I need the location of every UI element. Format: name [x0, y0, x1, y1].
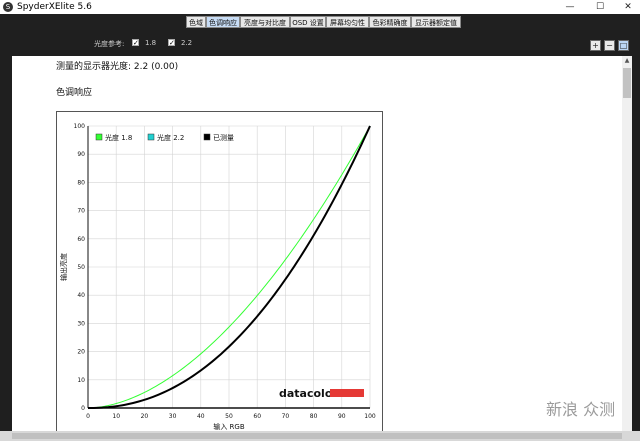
tab-screen-uniformity[interactable]: 屏幕均匀性 [326, 16, 369, 28]
y-tick-label: 90 [77, 151, 85, 158]
scroll-up-icon[interactable]: ▲ [622, 56, 632, 66]
legend-label-1: 光度 1.8 [105, 133, 132, 142]
legend-label-2: 光度 2.2 [157, 133, 184, 142]
horizontal-scrollbar[interactable] [0, 431, 640, 441]
x-tick-label: 60 [253, 413, 261, 420]
x-tick-label: 30 [169, 413, 177, 420]
vertical-scroll-thumb[interactable] [623, 68, 631, 98]
y-tick-label: 10 [77, 377, 85, 384]
title-bar: S SpyderXElite 5.6 — ☐ ✕ [0, 0, 640, 14]
x-tick-label: 90 [338, 413, 346, 420]
y-tick-label: 70 [77, 208, 85, 215]
x-tick-label: 10 [112, 413, 120, 420]
y-tick-label: 40 [77, 292, 85, 299]
y-tick-label: 100 [74, 123, 86, 130]
x-tick-label: 50 [225, 413, 233, 420]
tab-gamut[interactable]: 色域 [186, 16, 206, 28]
close-button[interactable]: ✕ [614, 0, 640, 14]
watermark: 新浪 众测 [546, 400, 616, 419]
y-tick-label: 50 [77, 264, 85, 271]
tone-response-chart: 0 0 10 10 20 20 30 30 40 40 50 50 60 60 70 70 80 80 90 90 10… [56, 111, 383, 431]
zoom-out-icon[interactable]: − [604, 40, 615, 51]
app-logo-icon: S [3, 2, 13, 12]
y-tick-label: 30 [77, 320, 85, 327]
horizontal-scroll-thumb[interactable] [12, 433, 622, 439]
report-content: 测量的显示器光度: 2.2 (0.00) 色调响应 0 0 10 10 20 20 30 30… [12, 56, 622, 431]
legend-swatch-3 [203, 133, 211, 141]
gamma-reference-label: 光度参考: [94, 40, 125, 48]
maximize-button[interactable]: ☐ [586, 0, 614, 14]
tab-monitor-rating[interactable]: 显示器额定值 [411, 16, 461, 28]
measured-gamma-text: 测量的显示器光度: 2.2 (0.00) [56, 62, 179, 72]
y-tick-label: 20 [77, 349, 85, 356]
vertical-scrollbar[interactable]: ▲ [622, 56, 632, 431]
datacolor-logo-bar [330, 389, 364, 397]
x-tick-label: 70 [282, 413, 290, 420]
legend-label-3: 已测量 [213, 134, 234, 142]
x-tick-label: 0 [86, 413, 90, 420]
window-title: SpyderXElite 5.6 [17, 2, 92, 12]
tab-bar: 色域 色调响应 亮度与对比度 OSD 设置 屏幕均匀性 色彩精确度 显示器额定值 [0, 14, 640, 30]
chart-svg: 00 10 10 20 20 30 30 40 40 50 50 60 60 70 70 80 80 90 90 10… [59, 123, 376, 431]
section-title: 色调响应 [56, 88, 93, 98]
x-tick-label: 100 [364, 413, 376, 420]
x-tick-label: 20 [141, 413, 149, 420]
gamma-22-checkbox[interactable]: ✓ [168, 39, 175, 47]
tab-color-accuracy[interactable]: 色彩精确度 [369, 16, 411, 28]
tab-brightness-contrast[interactable]: 亮度与对比度 [240, 16, 290, 28]
y-tick-label: 60 [77, 236, 85, 243]
legend-swatch-1 [95, 133, 103, 141]
gamma-22-label: 2.2 [181, 39, 193, 47]
x-tick-label: 80 [310, 413, 318, 420]
x-tick-label: 40 [197, 413, 205, 420]
y-axis-label: 输出亮度 [59, 253, 68, 281]
zoom-fit-icon[interactable]: □ [618, 40, 629, 51]
options-bar: 光度参考: ✓ 1.8 ✓ 2.2 + − □ [0, 30, 640, 56]
tab-tone-response[interactable]: 色调响应 [206, 16, 240, 28]
x-axis-label: 输入 RGB [213, 422, 245, 431]
legend-swatch-2 [147, 133, 155, 141]
datacolor-logo: datacolor [279, 387, 338, 400]
gamma-18-checkbox[interactable]: ✓ [132, 39, 139, 47]
y-tick-label: 0 [81, 405, 85, 412]
zoom-in-icon[interactable]: + [590, 40, 601, 51]
gamma-18-label: 1.8 [145, 39, 157, 47]
tab-osd-settings[interactable]: OSD 设置 [290, 16, 326, 28]
y-tick-label: 80 [77, 179, 85, 186]
minimize-button[interactable]: — [556, 0, 584, 14]
